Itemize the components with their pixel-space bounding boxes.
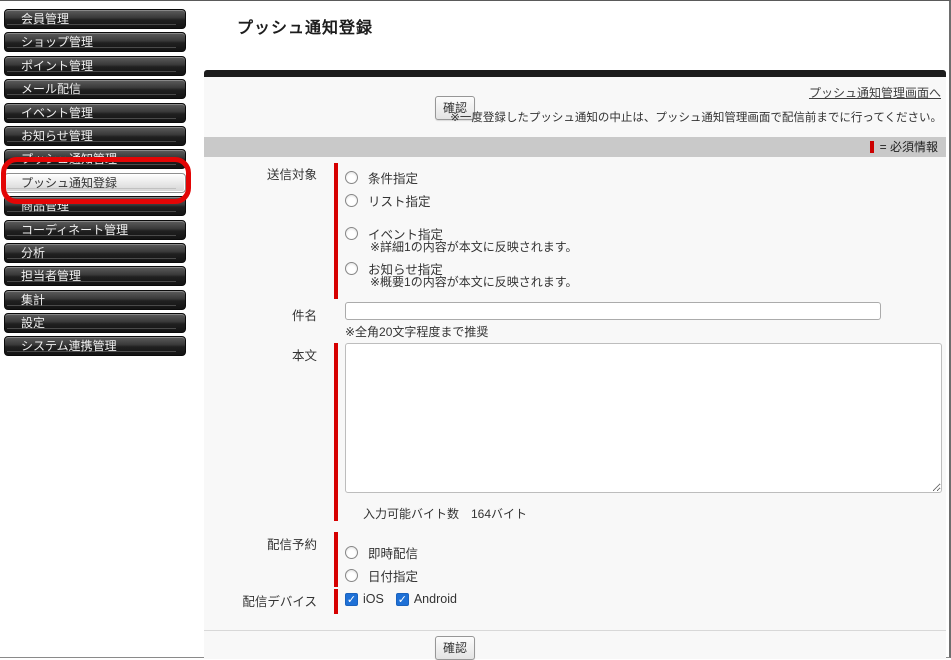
device-checkbox-group: iOS Android xyxy=(345,592,469,606)
schedule-required-bar xyxy=(334,532,338,587)
subject-input[interactable] xyxy=(345,302,881,320)
required-legend-strip: = 必須情報 xyxy=(204,137,946,157)
checkbox-label: iOS xyxy=(363,592,384,606)
confirm-button-bottom[interactable]: 確認 xyxy=(435,636,476,660)
required-red-tick-icon xyxy=(869,140,874,153)
checkbox-label: Android xyxy=(413,592,457,606)
body-textarea[interactable] xyxy=(345,343,942,493)
main-content: プッシュ通知登録 プッシュ通知管理画面へ 確認 ※一度登録したプッシュ通知の中止… xyxy=(204,1,946,660)
sidebar-item-coordinate-mgmt[interactable]: コーディネート管理 xyxy=(4,219,186,240)
notice-option-note: ※概要1の内容が本文に反映されます。 xyxy=(370,275,578,289)
sidebar-item-aggregation[interactable]: 集計 xyxy=(4,289,186,310)
sidebar-item-member-mgmt[interactable]: 会員管理 xyxy=(4,9,186,29)
sidebar-item-event-mgmt[interactable]: イベント管理 xyxy=(4,102,186,123)
subject-label: 件名 xyxy=(291,309,317,323)
radio-option-date[interactable]: 日付指定 xyxy=(345,566,418,585)
sidebar-nav: 会員管理 ショップ管理 ポイント管理 メール配信 イベント管理 お知らせ管理 プ… xyxy=(4,9,186,360)
radio-icon[interactable] xyxy=(345,227,358,240)
sidebar-item-mail-delivery[interactable]: メール配信 xyxy=(4,79,186,100)
radio-icon[interactable] xyxy=(345,546,358,559)
cancel-notice-text: ※一度登録したプッシュ通知の中止は、プッシュ通知管理画面で配信前までに行ってくだ… xyxy=(450,112,942,124)
devices-required-bar xyxy=(334,589,338,614)
radio-label: 条件指定 xyxy=(368,172,419,186)
sidebar-item-push-register[interactable]: プッシュ通知登録 xyxy=(4,172,186,193)
sidebar-item-point-mgmt[interactable]: ポイント管理 xyxy=(4,55,186,76)
subject-note: ※全角20文字程度まで推奨 xyxy=(345,325,489,339)
radio-icon[interactable] xyxy=(345,262,358,275)
send-target-label: 送信対象 xyxy=(266,168,317,182)
push-manage-screen-link[interactable]: プッシュ通知管理画面へ xyxy=(809,84,941,101)
header-black-bar xyxy=(204,70,946,77)
page-title: プッシュ通知登録 xyxy=(237,20,374,37)
checkbox-checked-icon[interactable] xyxy=(345,592,358,606)
body-required-bar xyxy=(334,343,338,521)
body-label: 本文 xyxy=(291,349,317,363)
radio-icon[interactable] xyxy=(345,569,358,582)
checkbox-checked-icon[interactable] xyxy=(395,592,409,606)
radio-option-immediate[interactable]: 即時配信 xyxy=(345,543,418,562)
radio-label: 即時配信 xyxy=(368,547,419,561)
send-target-required-bar xyxy=(334,163,338,299)
radio-label: 日付指定 xyxy=(368,570,419,584)
sidebar-item-push-mgmt[interactable]: プッシュ通知管理 xyxy=(4,149,186,170)
radio-label: リスト指定 xyxy=(368,195,431,209)
checkbox-option-android[interactable]: Android xyxy=(395,592,457,606)
event-option-note: ※詳細1の内容が本文に反映されます。 xyxy=(370,240,578,254)
sidebar-item-analysis[interactable]: 分析 xyxy=(4,242,186,263)
radio-option-condition[interactable]: 条件指定 xyxy=(345,168,418,187)
app-window: 会員管理 ショップ管理 ポイント管理 メール配信 イベント管理 お知らせ管理 プ… xyxy=(0,0,951,660)
radio-option-list[interactable]: リスト指定 xyxy=(345,191,431,210)
sidebar-item-product-mgmt[interactable]: 商品管理 xyxy=(4,196,186,217)
checkbox-option-ios[interactable]: iOS xyxy=(345,592,384,606)
radio-icon[interactable] xyxy=(345,194,358,207)
sidebar-item-shop-mgmt[interactable]: ショップ管理 xyxy=(4,32,186,53)
radio-icon[interactable] xyxy=(345,171,358,184)
devices-label: 配信デバイス xyxy=(242,595,317,609)
sidebar-item-staff-mgmt[interactable]: 担当者管理 xyxy=(4,266,186,287)
sidebar-item-system-link-mgmt[interactable]: システム連携管理 xyxy=(4,336,186,357)
bottom-divider xyxy=(204,630,946,631)
schedule-label: 配信予約 xyxy=(266,538,317,552)
required-legend-label: = 必須情報 xyxy=(879,140,938,154)
sidebar-item-notice-mgmt[interactable]: お知らせ管理 xyxy=(4,125,186,146)
sidebar-item-settings[interactable]: 設定 xyxy=(4,313,186,334)
bytes-remaining-info: 入力可能バイト数 164バイト xyxy=(363,507,528,521)
